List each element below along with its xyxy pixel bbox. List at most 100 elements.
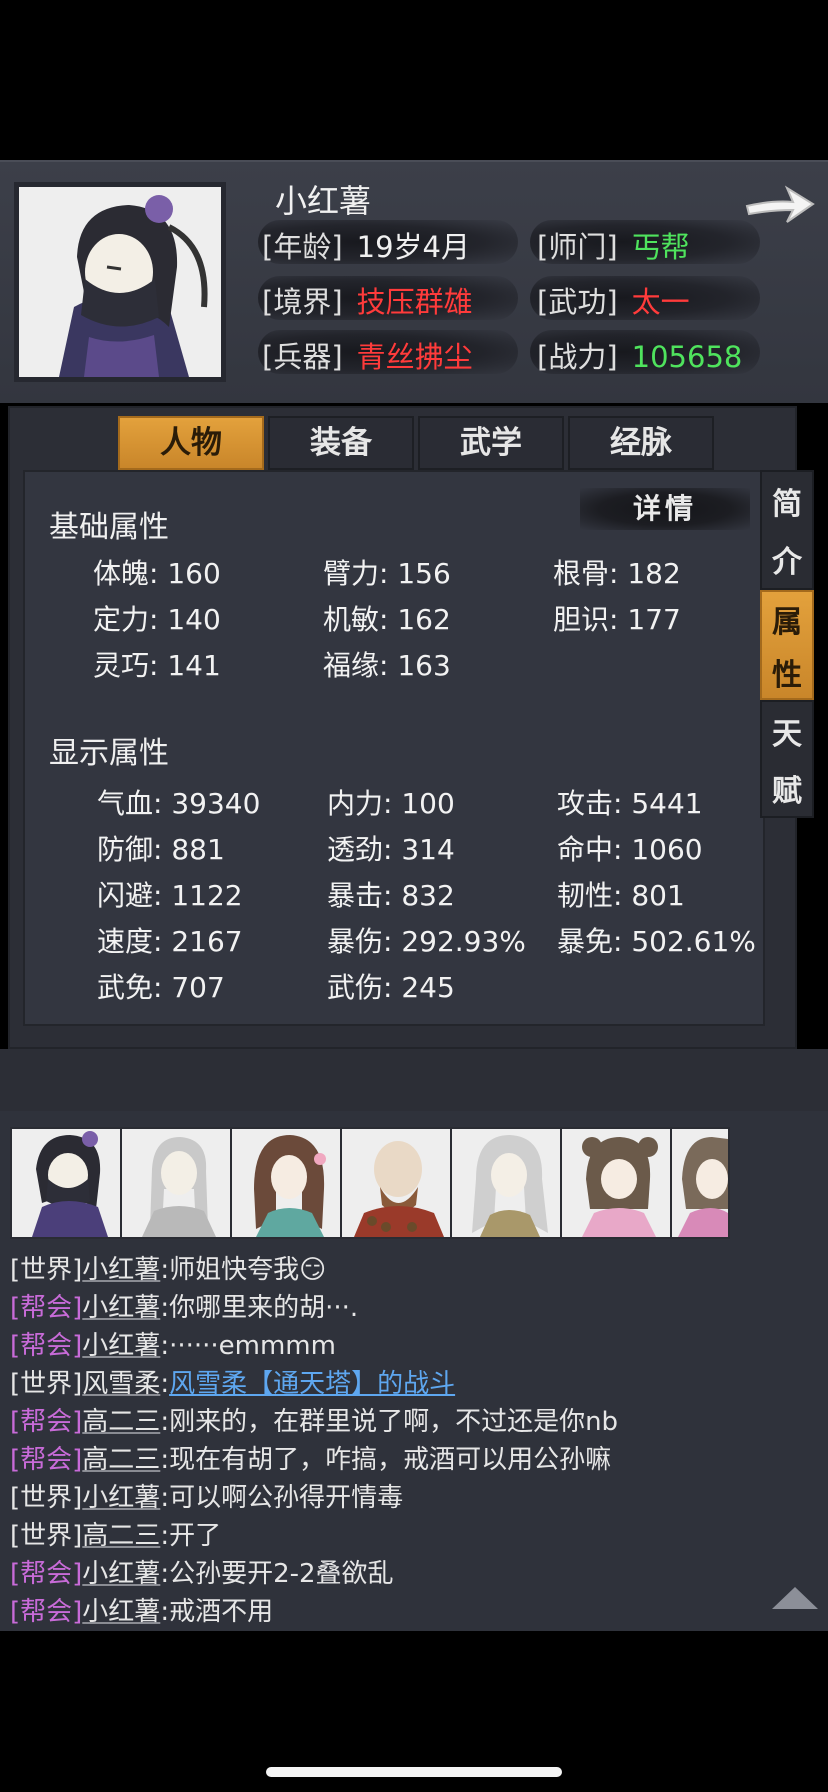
chat-message: [帮会]小红薯:你哪里来的胡···. [10,1287,358,1324]
stat-speed: 速度: 2167 [97,925,243,958]
chat-sender[interactable]: 高二三 [82,1407,160,1437]
skill-value: 太一 [631,285,690,319]
character-header: 小红薯 [年龄] 19岁4月 [师门] 丐帮 [境界] 技压群雄 [武功] 太一 [兵器… [0,160,828,403]
power-row: [战力] 105658 [537,334,742,376]
chat-message: [帮会]高二三:现在有胡了，咋搞，戒酒可以用公孙嘛 [10,1439,611,1476]
chat-sender[interactable]: 风雪柔 [82,1369,160,1399]
power-label: [战力] [537,340,618,374]
chat-sender[interactable]: 小红薯 [82,1255,160,1285]
chat-sender[interactable]: 高二三 [82,1521,160,1551]
realm-row: [境界] 技压群雄 [262,279,473,321]
skill-label: [武功] [537,285,618,319]
stat-bone: 根骨: 182 [553,557,681,590]
stat-accuracy: 命中: 1060 [557,833,703,866]
party-avatar[interactable] [10,1127,126,1239]
age-value: 19岁4月 [356,230,470,264]
chat-text: :刚来的，在群里说了啊，不过还是你nb [160,1407,619,1437]
chat-sender[interactable]: 小红薯 [82,1331,160,1361]
power-value: 105658 [631,340,743,374]
party-avatar-bar [10,1127,828,1239]
stat-martial-resist: 武免: 707 [97,971,225,1004]
stat-strength: 臂力: 156 [323,557,451,590]
home-indicator [266,1767,562,1777]
tab-meridians[interactable]: 经脉 [568,416,714,470]
details-button[interactable]: 详情 [580,488,750,530]
chat-text: : [160,1369,170,1399]
arrow-right-icon[interactable] [743,178,817,230]
stat-crit-resist: 暴免: 502.61% [557,925,756,958]
stat-dodge: 闪避: 1122 [97,879,243,912]
chat-text: :你哪里来的胡···. [160,1293,359,1323]
triangle-up-icon[interactable] [770,1585,820,1611]
party-avatar[interactable] [450,1127,566,1239]
attribute-panel: 人物 装备 武学 经脉 基础属性 详情 体魄: 160 臂力: 156 根骨: … [8,406,797,1049]
side-tab-intro[interactable]: 简 介 [760,470,814,590]
tab-martial-arts[interactable]: 武学 [418,416,564,470]
display-attributes-title: 显示属性 [49,736,169,771]
chat-sender[interactable]: 小红薯 [82,1293,160,1323]
chat-text: :开了 [160,1521,222,1551]
side-tab-attributes-char1: 属 [772,604,802,640]
chat-channel: [帮会] [10,1407,83,1437]
stat-fortune: 福缘: 163 [323,649,451,682]
panel-footer-strip [0,1049,828,1111]
stat-attack: 攻击: 5441 [557,787,703,820]
character-portrait [14,182,226,382]
stat-hp: 气血: 39340 [97,787,261,820]
sect-value: 丐帮 [631,230,690,264]
chat-channel: [帮会] [10,1559,83,1589]
chat-sender[interactable]: 高二三 [82,1445,160,1475]
chat-text: :······emmmm [160,1331,336,1361]
chat-text: :公孙要开2-2叠欲乱 [160,1559,394,1589]
chat-message: [世界]小红薯:师姐快夸我😏 [10,1249,326,1286]
stat-dexterity: 灵巧: 141 [93,649,221,682]
chat-text: :戒酒不用 [160,1597,274,1627]
weapon-label: [兵器] [262,340,343,374]
tab-character[interactable]: 人物 [118,416,264,470]
chat-message: [世界]高二三:开了 [10,1515,221,1552]
party-avatar[interactable] [340,1127,456,1239]
chat-sender[interactable]: 小红薯 [82,1483,160,1513]
basic-attributes-title: 基础属性 [49,510,169,545]
chat-text: :可以啊公孙得开情毒 [160,1483,404,1513]
tab-equipment[interactable]: 装备 [268,416,414,470]
party-avatar[interactable] [560,1127,676,1239]
chat-channel: [帮会] [10,1331,83,1361]
chat-sender[interactable]: 小红薯 [82,1597,160,1627]
party-avatar[interactable] [120,1127,236,1239]
side-tab-intro-char1: 简 [772,487,802,522]
age-label: [年龄] [262,230,343,264]
weapon-row: [兵器] 青丝拂尘 [262,334,473,376]
stat-composure: 定力: 140 [93,603,221,636]
party-avatar[interactable] [670,1127,730,1239]
weapon-value: 青丝拂尘 [356,340,473,374]
stat-agility: 机敏: 162 [323,603,451,636]
age-row: [年龄] 19岁4月 [262,224,470,266]
side-tab-talent-char2: 赋 [772,773,802,809]
chat-message: [帮会]高二三:刚来的，在群里说了啊，不过还是你nb [10,1401,618,1438]
chat-channel: [世界] [10,1521,83,1551]
stat-defense: 防御: 881 [97,833,225,866]
stat-penetration: 透劲: 314 [327,833,455,866]
side-tab-talent-char1: 天 [772,716,802,752]
side-tab-talent[interactable]: 天 赋 [760,700,814,818]
stat-crit-damage: 暴伤: 292.93% [327,925,526,958]
party-avatar[interactable] [230,1127,346,1239]
stat-toughness: 韧性: 801 [557,879,685,912]
battle-link[interactable]: 风雪柔【通天塔】的战斗 [169,1369,455,1399]
skill-row: [武功] 太一 [537,279,690,321]
stat-martial-damage: 武伤: 245 [327,971,455,1004]
chat-text: :现在有胡了，咋搞，戒酒可以用公孙嘛 [160,1445,612,1475]
chat-channel: [帮会] [10,1445,83,1475]
attribute-content: 基础属性 详情 体魄: 160 臂力: 156 根骨: 182 定力: 140 … [23,470,765,1026]
chat-area: [世界]小红薯:师姐快夸我😏 [帮会]小红薯:你哪里来的胡···. [帮会]小红… [0,1111,828,1631]
side-tab-attributes[interactable]: 属 性 [760,590,814,700]
chat-text: :师姐快夸我😏 [160,1255,327,1285]
character-name: 小红薯 [275,182,372,220]
chat-message: [帮会]小红薯:公孙要开2-2叠欲乱 [10,1553,394,1590]
chat-channel: [世界] [10,1483,83,1513]
chat-sender[interactable]: 小红薯 [82,1559,160,1589]
side-tab-intro-char2: 介 [772,545,802,580]
chat-channel: [世界] [10,1369,83,1399]
side-tab-attributes-char2: 性 [772,657,802,693]
